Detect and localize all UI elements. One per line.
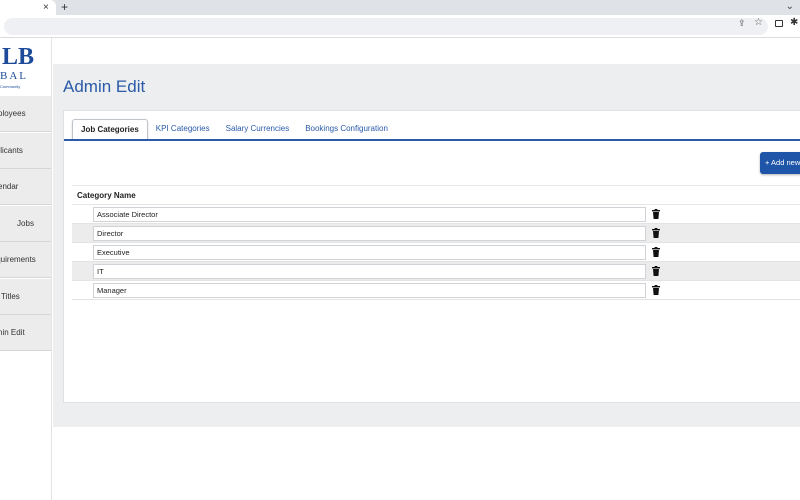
- logo: LB BAL Community: [0, 44, 35, 89]
- category-name-input[interactable]: Manager: [93, 283, 646, 298]
- tab-bookings-configuration[interactable]: Bookings Configuration: [297, 119, 396, 139]
- puzzle-icon[interactable]: ✱: [790, 17, 798, 28]
- sidebar-item-employees[interactable]: Employees: [0, 96, 51, 132]
- category-table: Associate Director Director Executive IT…: [72, 205, 800, 300]
- category-name-input[interactable]: Associate Director: [93, 207, 646, 222]
- tab-salary-currencies[interactable]: Salary Currencies: [218, 119, 298, 139]
- sidebar-item-job-titles[interactable]: Job Titles: [0, 278, 51, 315]
- category-name-input[interactable]: IT: [93, 264, 646, 279]
- browser-toolbar: [0, 15, 800, 38]
- category-name-input[interactable]: Executive: [93, 245, 646, 260]
- new-tab-button[interactable]: +: [61, 0, 68, 15]
- add-new-button[interactable]: + Add new: [760, 152, 800, 174]
- main-content: Admin Edit Job Categories KPI Categories…: [53, 38, 800, 500]
- table-row: Executive: [72, 243, 800, 262]
- trash-icon[interactable]: [652, 285, 660, 295]
- share-icon[interactable]: ⇪: [738, 18, 746, 29]
- table-row: Director: [72, 224, 800, 243]
- tab-bar: Job Categories KPI Categories Salary Cur…: [72, 119, 396, 139]
- bookmark-star-icon[interactable]: ☆: [754, 17, 763, 28]
- trash-icon[interactable]: [652, 228, 660, 238]
- tab-underline: [64, 139, 800, 141]
- sidebar-item-jobs[interactable]: Jobs: [0, 205, 51, 242]
- trash-icon[interactable]: [652, 247, 660, 257]
- tab-kpi-categories[interactable]: KPI Categories: [148, 119, 218, 139]
- page-title: Admin Edit: [63, 77, 146, 96]
- table-row: IT: [72, 262, 800, 281]
- admin-edit-card: Job Categories KPI Categories Salary Cur…: [63, 110, 800, 403]
- extension-icon[interactable]: [775, 20, 783, 27]
- table-row: Manager: [72, 281, 800, 300]
- address-bar[interactable]: [4, 18, 768, 35]
- sidebar-nav: Employees Applicants Calendar Jobs Requi…: [0, 96, 52, 352]
- close-icon[interactable]: ×: [43, 1, 49, 14]
- sidebar-item-calendar[interactable]: Calendar: [0, 169, 51, 205]
- sidebar-item-admin-edit[interactable]: Admin Edit: [0, 315, 51, 351]
- table-row: Associate Director: [72, 205, 800, 224]
- tab-job-categories[interactable]: Job Categories: [72, 119, 148, 139]
- trash-icon[interactable]: [652, 266, 660, 276]
- sidebar-item-applicants[interactable]: Applicants: [0, 132, 51, 169]
- column-header-category-name: Category Name: [72, 185, 800, 205]
- sidebar-item-requirements[interactable]: Requirements: [0, 242, 51, 278]
- chevron-down-icon[interactable]: ⌄: [786, 0, 794, 13]
- category-name-input[interactable]: Director: [93, 226, 646, 241]
- browser-tabstrip: × + ⌄: [0, 0, 800, 15]
- sidebar: LB BAL Community Employees Applicants Ca…: [0, 38, 52, 500]
- trash-icon[interactable]: [652, 209, 660, 219]
